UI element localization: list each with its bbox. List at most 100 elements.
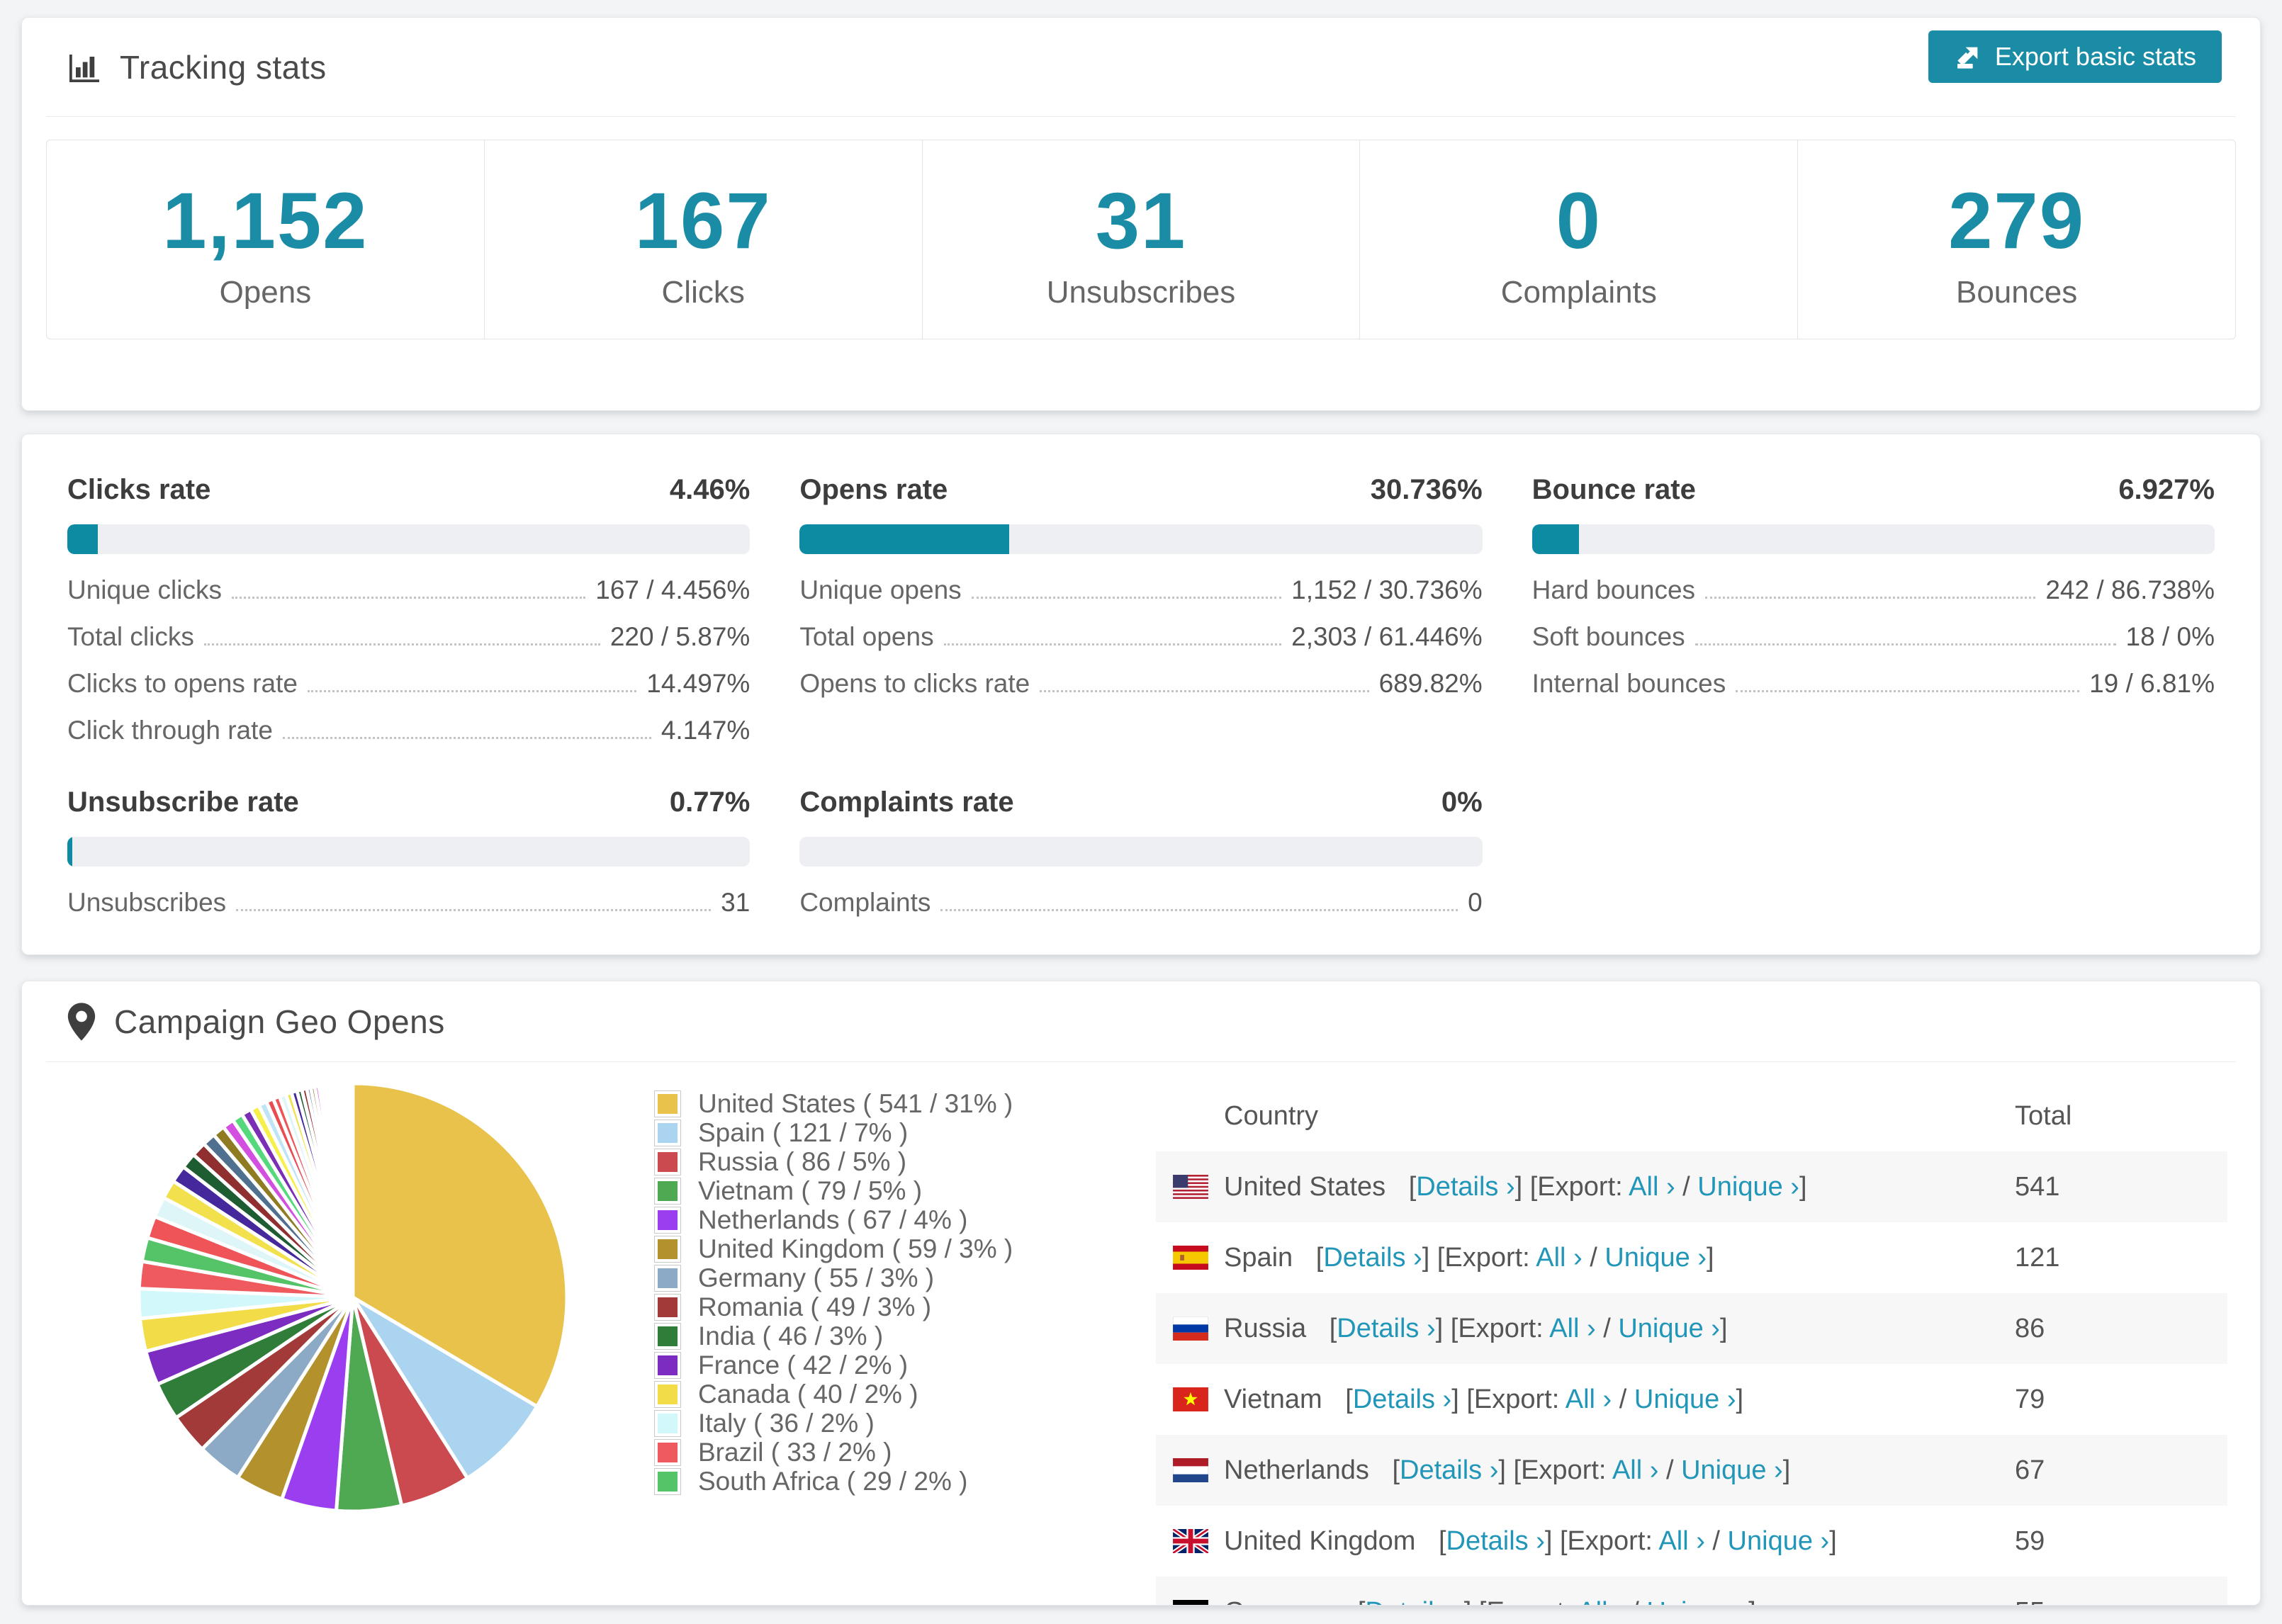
- export-all-link[interactable]: All ›: [1658, 1526, 1704, 1556]
- dotted-leader: [1040, 690, 1369, 692]
- details-link[interactable]: Details ›: [1365, 1597, 1463, 1606]
- export-all-link[interactable]: All ›: [1629, 1172, 1675, 1202]
- legend-item-ca: Canada ( 40 / 2% ): [654, 1380, 1013, 1409]
- rates-grid: Clicks rate 4.46% Unique clicks 167 / 4.456…: [22, 434, 2260, 935]
- metric-label: Unique clicks: [67, 575, 222, 604]
- dotted-leader: [203, 643, 600, 645]
- legend-swatch: [654, 1235, 681, 1263]
- table-row-us: United States [Details ›] [Export: All ›…: [1156, 1151, 2227, 1222]
- country-total: 59: [2015, 1526, 2045, 1556]
- rate-title: Opens rate: [799, 474, 948, 505]
- flag-es-icon: [1173, 1246, 1208, 1270]
- details-link[interactable]: Details ›: [1337, 1314, 1435, 1343]
- table-row-nl: Netherlands [Details ›] [Export: All › /…: [1156, 1435, 2227, 1506]
- metric-row: Unique opens 1,152 / 30.736%: [799, 575, 1482, 622]
- export-all-link[interactable]: All ›: [1566, 1385, 1612, 1414]
- legend-swatch: [654, 1438, 681, 1466]
- table-row-de: Germany [Details ›] [Export: All › / Uni…: [1156, 1577, 2227, 1606]
- export-unique-link[interactable]: Unique ›: [1681, 1455, 1783, 1485]
- legend-item-es: Spain ( 121 / 7% ): [654, 1118, 1013, 1147]
- export-all-link[interactable]: All ›: [1578, 1597, 1624, 1606]
- rate-block-unsubscribe-rate: Unsubscribe rate 0.77% Unsubscribes 31: [67, 786, 751, 935]
- export-all-link[interactable]: All ›: [1549, 1314, 1595, 1343]
- details-link[interactable]: Details ›: [1353, 1385, 1451, 1414]
- legend-swatch: [654, 1351, 681, 1379]
- legend-label: France ( 42 / 2% ): [698, 1350, 909, 1380]
- metric-label: Click through rate: [67, 716, 273, 745]
- bar-chart-icon: [67, 50, 101, 84]
- details-link[interactable]: Details ›: [1446, 1526, 1545, 1556]
- rate-title: Complaints rate: [799, 786, 1014, 818]
- export-unique-link[interactable]: Unique ›: [1697, 1172, 1799, 1202]
- export-all-link[interactable]: All ›: [1612, 1455, 1658, 1485]
- export-unique-link[interactable]: Unique ›: [1604, 1243, 1707, 1273]
- legend-swatch: [654, 1322, 681, 1350]
- export-unique-link[interactable]: Unique ›: [1646, 1597, 1748, 1606]
- metric-label: Complaints: [799, 888, 931, 917]
- tracking-stats-card: Tracking stats Export basic stats 1,152 O…: [21, 17, 2261, 411]
- export-unique-link[interactable]: Unique ›: [1728, 1526, 1830, 1556]
- country-total: 55: [2015, 1597, 2227, 1606]
- metric-value: 19 / 6.81%: [2089, 669, 2215, 698]
- details-link[interactable]: Details ›: [1416, 1172, 1514, 1202]
- rate-progress-fill: [67, 837, 73, 867]
- pie-slice[interactable]: [350, 1081, 355, 1298]
- stat-value: 1,152: [162, 176, 369, 265]
- legend-label: United Kingdom ( 59 / 3% ): [698, 1234, 1013, 1263]
- legend-label: Brazil ( 33 / 2% ): [698, 1437, 892, 1467]
- export-unique-link[interactable]: Unique ›: [1618, 1314, 1720, 1343]
- country-links: [Details ›] [Export: All › / Unique ›]: [1345, 1384, 1744, 1414]
- stat-clicks: 167 Clicks: [485, 140, 923, 339]
- stat-value: 0: [1556, 176, 1602, 265]
- rate-head: Unsubscribe rate 0.77%: [67, 786, 750, 818]
- geo-opens-pie-chart[interactable]: [133, 1078, 573, 1517]
- stat-bounces: 279 Bounces: [1798, 140, 2235, 339]
- table-row-es: Spain [Details ›] [Export: All › / Uniqu…: [1156, 1222, 2227, 1293]
- flag-ru-icon: [1173, 1316, 1208, 1341]
- stat-value: 279: [1948, 176, 2086, 265]
- legend-item-in: India ( 46 / 3% ): [654, 1321, 1013, 1350]
- dotted-leader: [940, 909, 1458, 911]
- legend-item-us: United States ( 541 / 31% ): [654, 1089, 1013, 1118]
- country-total: 541: [2015, 1171, 2060, 1202]
- metric-value: 18 / 0%: [2125, 622, 2215, 651]
- details-link[interactable]: Details ›: [1400, 1455, 1498, 1485]
- export-unique-link[interactable]: Unique ›: [1634, 1385, 1736, 1414]
- stat-value: 31: [1095, 176, 1187, 265]
- metric-label: Unsubscribes: [67, 888, 227, 917]
- country-cell: Vietnam [Details ›] [Export: All › / Uni…: [1156, 1385, 2015, 1415]
- country-cell: Spain [Details ›] [Export: All › / Uniqu…: [1156, 1243, 2015, 1273]
- rate-value: 0%: [1441, 786, 1483, 818]
- stat-label: Bounces: [1955, 275, 2078, 310]
- stat-label: Opens: [219, 275, 312, 310]
- rate-head: Complaints rate 0%: [799, 786, 1482, 818]
- metric-label: Opens to clicks rate: [799, 669, 1030, 698]
- export-basic-stats-button[interactable]: Export basic stats: [1928, 30, 2222, 83]
- rate-progress-bar: [1531, 524, 2215, 554]
- country-links: [Details ›] [Export: All › / Unique ›]: [1438, 1526, 1837, 1556]
- details-link[interactable]: Details ›: [1323, 1243, 1422, 1273]
- stat-value: 167: [634, 176, 772, 265]
- legend-label: Italy ( 36 / 2% ): [698, 1408, 875, 1438]
- country-cell: Russia [Details ›] [Export: All › / Uniq…: [1156, 1314, 2015, 1344]
- rate-progress-fill: [67, 524, 98, 554]
- flag-vn-icon: [1173, 1387, 1208, 1411]
- metric-value: 2,303 / 61.446%: [1291, 622, 1483, 651]
- stat-label: Complaints: [1500, 275, 1657, 310]
- legend-label: Germany ( 55 / 3% ): [698, 1263, 935, 1292]
- rate-metrics: Unique opens 1,152 / 30.736% Total opens 2,…: [799, 575, 1482, 716]
- country-name: Netherlands: [1224, 1455, 1377, 1485]
- metric-row: Clicks to opens rate 14.497%: [67, 669, 750, 716]
- rate-progress-bar: [67, 837, 751, 867]
- dotted-leader: [1736, 690, 2080, 692]
- export-all-link[interactable]: All ›: [1536, 1243, 1582, 1273]
- metric-row: Total opens 2,303 / 61.446%: [799, 622, 1482, 669]
- legend-swatch: [654, 1467, 681, 1495]
- rate-progress-fill: [1531, 524, 1580, 554]
- metric-label: Unique opens: [799, 575, 962, 604]
- rate-metrics: Unique clicks 167 / 4.456% Total clicks 220…: [67, 575, 750, 762]
- country-links: [Details ›] [Export: All › / Unique ›]: [1358, 1597, 1756, 1606]
- dotted-leader: [1694, 643, 2116, 645]
- stat-opens: 1,152 Opens: [47, 140, 485, 339]
- stat-unsubscribes: 31 Unsubscribes: [923, 140, 1361, 339]
